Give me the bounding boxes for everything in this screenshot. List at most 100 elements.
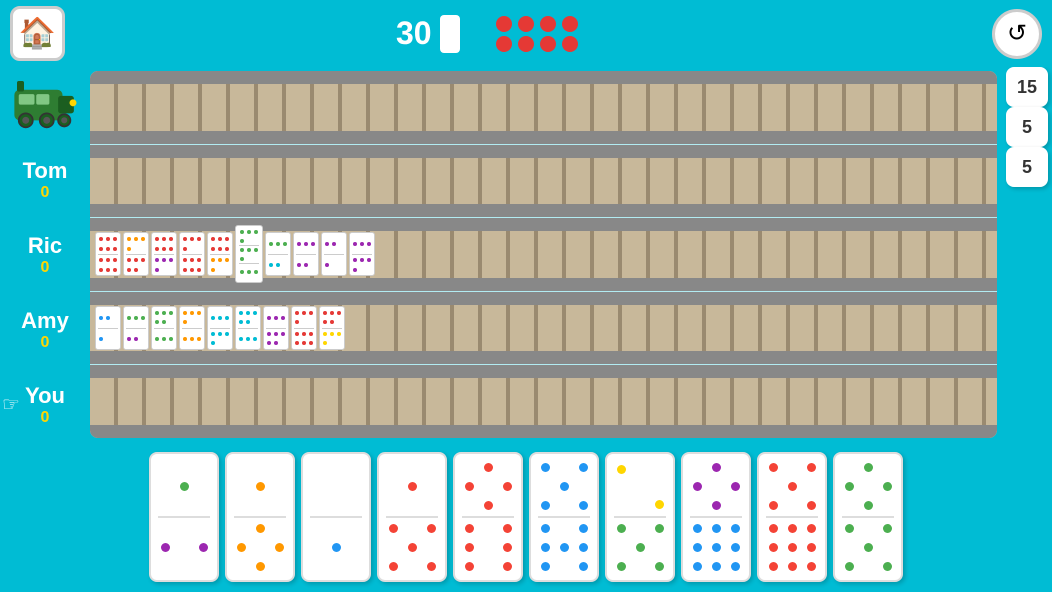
player-ric-score: 0 <box>41 259 50 277</box>
you-track <box>90 365 997 438</box>
tracks-area <box>90 71 997 438</box>
hand-domino-4-top <box>385 459 440 514</box>
center-dot <box>540 36 556 52</box>
domino-piece[interactable] <box>349 232 375 276</box>
home-button[interactable]: 🏠 <box>10 6 65 61</box>
hand-domino-2-bottom <box>233 520 288 575</box>
hand-domino-1-bottom <box>157 520 212 575</box>
hand-domino-8-top <box>689 459 744 514</box>
hand-domino-2[interactable] <box>225 452 295 582</box>
top-bar: 🏠 30 ↺ <box>0 0 1052 67</box>
score-display: 30 <box>396 15 460 53</box>
domino-piece[interactable] <box>235 306 261 350</box>
center-dot <box>496 36 512 52</box>
game-container: 🏠 30 ↺ <box>0 0 1052 592</box>
center-domino-indicator <box>496 16 580 52</box>
hand-domino-4-bottom <box>385 520 440 575</box>
score-number: 30 <box>396 15 432 52</box>
hand-domino-1[interactable] <box>149 452 219 582</box>
home-icon: 🏠 <box>19 16 56 51</box>
amy-track <box>90 292 997 366</box>
domino-tall[interactable] <box>235 225 263 283</box>
hand-domino-3-top <box>309 459 364 514</box>
hand-domino-10[interactable] <box>833 452 903 582</box>
ric-track <box>90 218 997 292</box>
hand-domino-5-top <box>461 459 516 514</box>
ric-score-badge: 5 <box>1002 107 1052 147</box>
domino-piece[interactable] <box>151 232 177 276</box>
center-dot <box>518 36 534 52</box>
amy-score-box: 5 <box>1006 147 1048 187</box>
domino-piece[interactable] <box>321 232 347 276</box>
center-dot <box>540 16 556 32</box>
hand-domino-6-bottom <box>537 520 592 575</box>
current-player-arrow: ☞ <box>2 392 20 417</box>
hand-domino-9-bottom <box>765 520 820 575</box>
center-dot <box>562 16 578 32</box>
domino-piece[interactable] <box>123 232 149 276</box>
player-tom: Tom 0 <box>0 142 90 217</box>
player-you: ☞ You 0 <box>0 367 90 442</box>
hand-domino-3-bottom <box>309 520 364 575</box>
domino-piece[interactable] <box>151 306 177 350</box>
hand-domino-9-top <box>765 459 820 514</box>
player-ric-name: Ric <box>28 233 62 259</box>
player-you-score: 0 <box>41 409 50 427</box>
hand-domino-10-top <box>841 459 896 514</box>
domino-piece[interactable] <box>179 232 205 276</box>
player-tom-name: Tom <box>23 158 68 184</box>
player-ric: Ric 0 <box>0 217 90 292</box>
scores-right: 15 5 5 <box>1002 67 1052 442</box>
hand-domino-8[interactable] <box>681 452 751 582</box>
player-train <box>0 67 90 142</box>
tom-score-badge: 15 <box>1002 67 1052 107</box>
hand-domino-9[interactable] <box>757 452 827 582</box>
main-area: Tom 0 Ric 0 Amy 0 ☞ You 0 <box>0 67 1052 442</box>
hand-domino-7[interactable] <box>605 452 675 582</box>
domino-piece[interactable] <box>263 306 289 350</box>
hand-domino-1-top <box>157 459 212 514</box>
hand-area <box>0 442 1052 592</box>
hand-domino-6[interactable] <box>529 452 599 582</box>
center-dot <box>496 16 512 32</box>
hand-domino-5-bottom <box>461 520 516 575</box>
hand-domino-6-top <box>537 459 592 514</box>
domino-piece[interactable] <box>265 232 291 276</box>
hand-domino-4[interactable] <box>377 452 447 582</box>
player-amy-name: Amy <box>21 308 69 334</box>
center-dot <box>562 36 578 52</box>
hand-domino-7-bottom <box>613 520 668 575</box>
domino-piece[interactable] <box>291 306 317 350</box>
player-tom-score: 0 <box>41 184 50 202</box>
tom-score-box: 15 <box>1006 67 1048 107</box>
hand-domino-10-bottom <box>841 520 896 575</box>
ric-score-box: 5 <box>1006 107 1048 147</box>
refresh-icon: ↺ <box>1007 19 1027 48</box>
hand-domino-5[interactable] <box>453 452 523 582</box>
domino-piece[interactable] <box>95 306 121 350</box>
domino-piece[interactable] <box>207 232 233 276</box>
sidebar: Tom 0 Ric 0 Amy 0 ☞ You 0 <box>0 67 90 442</box>
tom-track <box>90 145 997 219</box>
hand-domino-8-bottom <box>689 520 744 575</box>
score-tile <box>440 15 460 53</box>
domino-piece[interactable] <box>207 306 233 350</box>
amy-score-badge: 5 <box>1002 147 1052 187</box>
center-dot <box>518 16 534 32</box>
domino-piece[interactable] <box>319 306 345 350</box>
refresh-button[interactable]: ↺ <box>992 9 1042 59</box>
domino-piece[interactable] <box>123 306 149 350</box>
ric-dominos <box>95 225 375 283</box>
hand-domino-2-top <box>233 459 288 514</box>
train-track <box>90 71 997 145</box>
player-amy-score: 0 <box>41 334 50 352</box>
domino-piece[interactable] <box>179 306 205 350</box>
player-you-name: You <box>25 383 65 409</box>
domino-piece[interactable] <box>293 232 319 276</box>
amy-dominos <box>95 306 345 350</box>
hand-domino-3[interactable] <box>301 452 371 582</box>
player-amy: Amy 0 <box>0 292 90 367</box>
train-icon <box>10 75 80 135</box>
domino-piece[interactable] <box>95 232 121 276</box>
hand-domino-7-top <box>613 459 668 514</box>
